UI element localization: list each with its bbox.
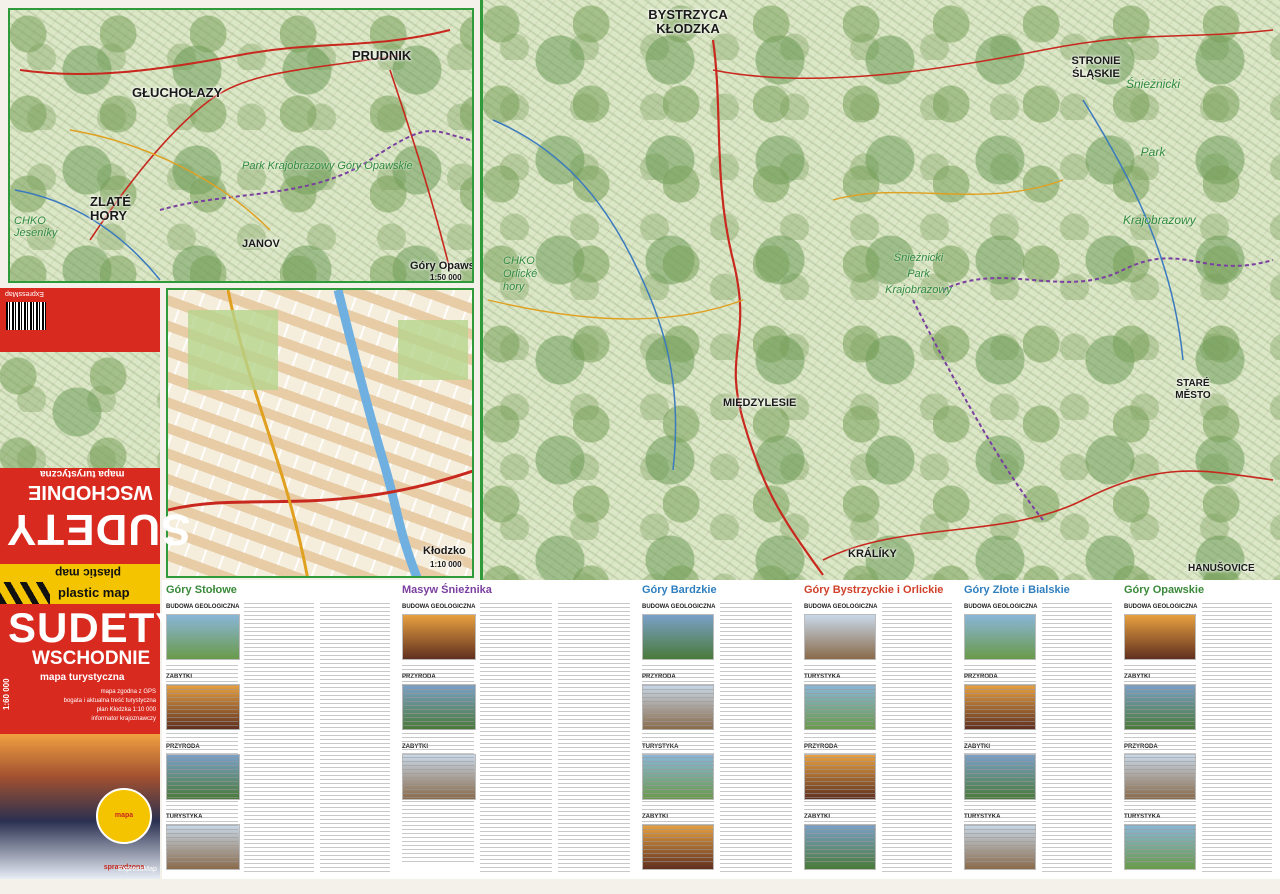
section-text-column [642,662,714,862]
city-plan-features [168,290,472,576]
back-cover-title-text: SUDETY [6,505,191,554]
section-0: Góry StołoweBUDOWA GEOLOGICZNAZABYTKIPRZ… [162,580,398,879]
section-title: Góry Opawskie [1124,584,1205,596]
inset-map-opawskie[interactable]: GŁUCHOŁAZY PRUDNIK ZLATÉ HORY JANOV CHKO… [8,8,474,283]
feature-1: mapa zgodna z GPS [100,689,156,695]
section-text-column [480,600,552,872]
label-stronie: STRONIE ŚLĄSKIE [1071,55,1121,80]
label-stare-mesto: STARÉ MĚSTO [1175,378,1211,401]
section-subheading: BUDOWA GEOLOGICZNA [402,604,476,610]
section-subheading: BUDOWA GEOLOGICZNA [166,604,240,610]
section-text-column [964,662,1036,862]
section-photo [166,614,240,660]
section-text-column [804,662,876,862]
label-klodzko: Kłodzko [423,545,466,557]
front-cover-title: SUDETY [8,604,185,651]
section-title: Góry Stołowe [166,584,237,596]
section-text-column [320,600,390,872]
section-photo [804,614,876,660]
label-bystrzyca: BYSTRZYCA KŁODZKA [648,7,728,36]
section-text-column [1042,600,1112,872]
label-kraliky: KRÁLÍKY [848,548,897,560]
front-cover-plastic-band: plastic map [0,582,160,604]
front-cover-photo: mapa sprawdzona ExpressMap [0,734,160,879]
section-subheading: BUDOWA GEOLOGICZNA [1124,604,1198,610]
section-text-column [1124,662,1196,862]
section-text-column [882,600,952,872]
section-photo [642,614,714,660]
section-photo [1124,614,1196,660]
section-1: Masyw ŚnieżnikaBUDOWA GEOLOGICZNAPRZYROD… [398,580,638,879]
section-photo [964,614,1036,660]
front-cover-publisher: ExpressMap [118,866,157,873]
label-chko-orlicke: CHKO Orlické hory [503,255,538,293]
feature-2: bogata i aktualna treść turystyczna [63,698,156,704]
feature-3: plan Kłodzka 1:10 000 [96,707,156,713]
back-cover-title: SUDETY WSCHODNIE mapa turystyczna [0,468,190,564]
front-cover-type: mapa turystyczna [40,672,125,683]
section-text-column [558,600,630,872]
barcode [6,302,46,330]
feature-4: informator krajoznawczy [91,716,156,722]
front-cover-features: mapa zgodna z GPS bogata i aktualna treś… [40,688,156,724]
front-cover-sticker: mapa sprawdzona [96,788,152,871]
section-subheading: BUDOWA GEOLOGICZNA [964,604,1038,610]
label-miedzylesie: MIĘDZYLESIE [723,397,797,409]
section-text-column [244,600,314,872]
section-2: Góry BardzkieBUDOWA GEOLOGICZNAPRZYRODAT… [638,580,800,879]
front-cover: SUDETY WSCHODNIE mapa turystyczna 1:60 0… [0,604,183,734]
label-klodzko-scale: 1:10 000 [430,560,462,569]
section-text-column [166,662,238,862]
main-map[interactable]: BYSTRZYCA KŁODZKA STRONIE ŚLĄSKIE MIĘDZY… [480,0,1280,580]
back-cover-publisher: ExpressMap [5,290,44,297]
back-cover-plastic-text: plastic map [55,566,122,580]
label-hanusovice: HANUŠOVICE [1188,563,1255,574]
front-cover-scale: 1:60 000 [2,678,11,710]
section-title: Góry Bystrzyckie i Orlickie [804,584,944,596]
section-title: Góry Bardzkie [642,584,717,596]
section-subheading: BUDOWA GEOLOGICZNA [804,604,878,610]
front-cover-plastic-text: plastic map [58,585,130,600]
back-cover-minimap [0,352,160,468]
section-text-column [402,662,474,862]
label-inset-title: Góry Opawskie [410,260,472,272]
label-snieznicki-park: Śnieżnicki Park Krajobrazowy [885,252,952,296]
section-photo [402,614,476,660]
section-title: Góry Złote i Bialskie [964,584,1070,596]
label-janov: JANOV [242,238,280,250]
label-snieznicki-right: Śnieżnicki Park Krajobrazowy [1123,77,1196,227]
label-prudnik: PRUDNIK [352,48,412,63]
back-cover-type: mapa turystyczna [40,468,125,479]
front-cover-subtitle: WSCHODNIE [32,648,151,669]
label-chko-jeseniky: CHKO Jeseníky [14,215,58,239]
label-park-opawskie: Park Krajobrazowy Góry Opawskie [242,160,413,172]
section-text-column [720,600,792,872]
section-4: Góry Złote i BialskieBUDOWA GEOLOGICZNAP… [960,580,1120,879]
back-cover-panel: ExpressMap [0,288,160,352]
section-title: Masyw Śnieżnika [402,584,492,596]
section-subheading: BUDOWA GEOLOGICZNA [642,604,716,610]
city-plan-klodzko[interactable]: Kłodzko 1:10 000 [166,288,474,578]
label-zlate-hory: ZLATÉ HORY [90,194,131,223]
back-cover-plastic-band: plastic map [0,564,160,582]
section-text-column [1202,600,1272,872]
label-glucholazy: GŁUCHOŁAZY [132,85,223,100]
section-3: Góry Bystrzyckie i Orlickie BUDOWA GEOLOG… [800,580,960,879]
section-5: Góry OpawskieBUDOWA GEOLOGICZNAZABYTKIPR… [1120,580,1280,879]
sticker-text: mapa sprawdzona [103,812,145,871]
back-cover-subtitle: WSCHODNIE [28,481,153,503]
label-inset-scale: 1:50 000 [430,273,462,282]
